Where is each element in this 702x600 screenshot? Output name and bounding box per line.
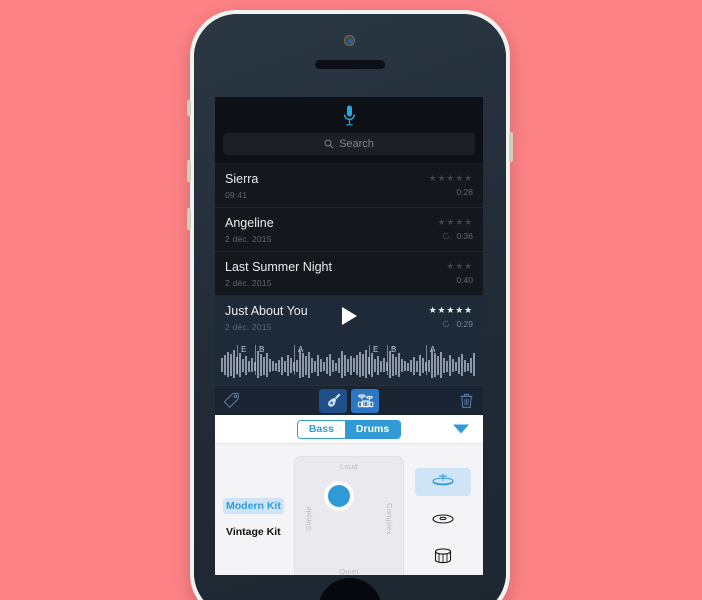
table-row[interactable]: Angeline 2 déc. 2015 ★★★★ 0:36 bbox=[215, 208, 483, 252]
editor-toolbar bbox=[215, 385, 483, 415]
waveform-icon: E B A E B A bbox=[221, 345, 475, 378]
drums-icon bbox=[357, 394, 373, 408]
guitar-button[interactable] bbox=[319, 388, 347, 413]
loop-icon bbox=[443, 232, 450, 240]
front-camera-icon bbox=[344, 35, 355, 46]
xy-pad-left-label-wrap: Simple bbox=[304, 457, 313, 576]
track-duration: 0:36 bbox=[456, 231, 473, 241]
instrument-panel: Bass Drums Modern Kit Vintage Kit Loud Q… bbox=[215, 415, 483, 575]
trash-icon[interactable] bbox=[458, 392, 475, 409]
phone-volume-up-button[interactable] bbox=[187, 160, 191, 182]
track-title: Angeline bbox=[225, 216, 274, 230]
search-header: Search bbox=[215, 97, 483, 164]
loop-icon bbox=[443, 320, 450, 328]
screenshot-stage: Search Sierra 09:41 ★★★★★ 0:28 Angeline … bbox=[0, 0, 702, 600]
status-badge: ★★★★ bbox=[437, 217, 473, 227]
hihat-icon bbox=[431, 473, 454, 485]
table-row[interactable]: Last Summer Night 2 déc. 2015 ★★★ 0:40 bbox=[215, 252, 483, 296]
instrument-buttons bbox=[319, 388, 379, 413]
phone-screen: Search Sierra 09:41 ★★★★★ 0:28 Angeline … bbox=[215, 97, 483, 575]
xy-pad-right-label-wrap: Complex bbox=[385, 457, 394, 576]
track-title: Sierra bbox=[225, 172, 259, 186]
microphone-icon bbox=[343, 105, 355, 126]
drum-element-snare[interactable] bbox=[415, 542, 471, 570]
drum-element-list bbox=[410, 467, 475, 570]
svg-text:E: E bbox=[373, 345, 378, 354]
xy-pad-bottom-label: Quiet bbox=[339, 566, 359, 576]
track-date: 2 déc. 2015 bbox=[225, 278, 272, 288]
search-placeholder: Search bbox=[339, 138, 374, 150]
tab-drums[interactable]: Drums bbox=[344, 420, 401, 438]
track-date: 2 déc. 2015 bbox=[225, 234, 272, 244]
segmented-control: Bass Drums bbox=[296, 419, 402, 439]
search-icon bbox=[324, 139, 334, 149]
tab-bass[interactable]: Bass bbox=[297, 420, 345, 438]
phone-mute-switch[interactable] bbox=[187, 100, 191, 116]
drum-element-hihat[interactable] bbox=[414, 467, 471, 496]
track-title: Last Summer Night bbox=[225, 260, 332, 274]
svg-text:B: B bbox=[259, 345, 264, 354]
chevron-down-icon[interactable] bbox=[453, 424, 469, 434]
xy-pad[interactable]: Loud Quiet Simple Complex bbox=[293, 455, 405, 576]
status-badge: ★★★ bbox=[446, 261, 473, 271]
play-icon bbox=[341, 307, 357, 325]
table-row-selected[interactable]: Just About You 2 déc. 2015 ★★★★★ 0:29 bbox=[215, 296, 483, 339]
xy-pad-handle[interactable] bbox=[327, 484, 350, 507]
waveform-display[interactable]: E B A E B A bbox=[215, 339, 483, 385]
guitar-icon bbox=[327, 393, 340, 407]
kit-list: Modern Kit Vintage Kit bbox=[223, 497, 288, 540]
instrument-panel-body: Modern Kit Vintage Kit Loud Quiet Simple… bbox=[215, 444, 483, 575]
status-badge: ★★★★★ bbox=[428, 305, 473, 315]
snare-drum-icon bbox=[434, 547, 451, 563]
status-badge: ★★★★★ bbox=[428, 173, 473, 183]
play-button[interactable] bbox=[339, 305, 359, 327]
search-input[interactable]: Search bbox=[223, 133, 475, 155]
svg-text:A: A bbox=[298, 345, 304, 354]
drum-element-cymbal[interactable] bbox=[415, 505, 471, 533]
xy-pad-left-label: Simple bbox=[303, 506, 313, 531]
track-title: Just About You bbox=[225, 304, 308, 318]
mic-button[interactable] bbox=[215, 103, 483, 129]
track-duration: 0:40 bbox=[456, 275, 473, 285]
earpiece-speaker bbox=[315, 60, 385, 69]
svg-text:E: E bbox=[241, 345, 246, 354]
phone-volume-down-button[interactable] bbox=[187, 208, 191, 230]
xy-pad-right-label: Complex bbox=[385, 502, 395, 535]
drums-button[interactable] bbox=[351, 388, 379, 413]
list-item-vintage-kit[interactable]: Vintage Kit bbox=[223, 524, 284, 540]
xy-pad-top-label: Loud bbox=[340, 461, 358, 471]
instrument-segmented-control: Bass Drums bbox=[215, 415, 483, 444]
cymbal-icon bbox=[431, 513, 454, 524]
track-date: 09:41 bbox=[225, 190, 248, 200]
phone-power-button[interactable] bbox=[509, 132, 513, 162]
list-item-modern-kit[interactable]: Modern Kit bbox=[223, 497, 284, 514]
tag-icon[interactable] bbox=[223, 392, 240, 409]
svg-text:A: A bbox=[430, 345, 436, 354]
track-duration: 0:29 bbox=[456, 319, 473, 329]
track-list: Sierra 09:41 ★★★★★ 0:28 Angeline 2 déc. … bbox=[215, 164, 483, 339]
track-duration: 0:28 bbox=[456, 187, 473, 197]
table-row[interactable]: Sierra 09:41 ★★★★★ 0:28 bbox=[215, 164, 483, 208]
track-date: 2 déc. 2015 bbox=[225, 322, 272, 332]
svg-text:B: B bbox=[391, 345, 396, 354]
